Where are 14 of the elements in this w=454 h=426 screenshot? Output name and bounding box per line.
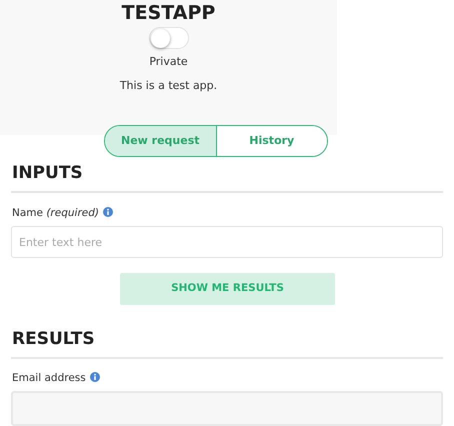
tab[interactable]: History (216, 126, 327, 156)
field-label: Name (required) (12, 207, 99, 219)
tab[interactable]: New request (105, 126, 216, 156)
visibility-label: Private (149, 55, 188, 69)
section-heading: INPUTS (11, 162, 84, 184)
section-heading: RESULTS (11, 328, 96, 350)
info-icon (102, 207, 113, 217)
show-results-button[interactable]: SHOW ME RESULTS (120, 273, 335, 305)
name-input[interactable]: Enter text here (11, 226, 443, 258)
app-description: This is a test app. (120, 79, 218, 93)
field-label: Email address (12, 372, 86, 384)
private-toggle[interactable] (148, 27, 188, 49)
info-icon (90, 372, 100, 382)
app-title: TESTAPP (122, 1, 216, 25)
